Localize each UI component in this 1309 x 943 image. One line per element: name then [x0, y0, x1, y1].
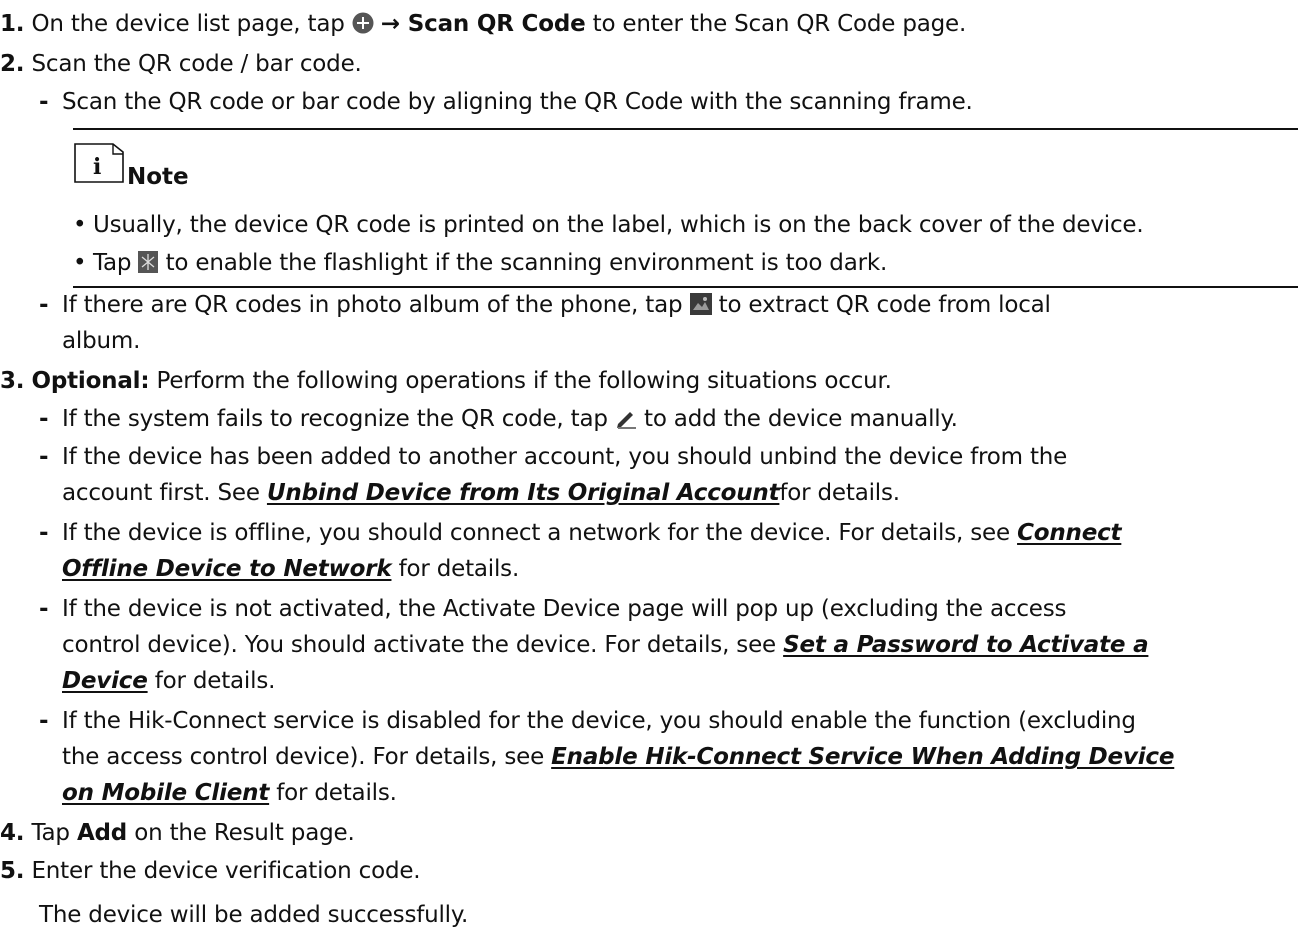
step-2: 2. Scan the QR code / bar code. [0, 49, 362, 79]
flashlight-icon [138, 251, 159, 273]
step-bold: Add [76, 820, 128, 846]
step-2-sub-2-cont: album. [62, 326, 140, 356]
sub-text: control device). You should activate the… [62, 632, 776, 658]
step-text: Scan the QR code / bar code. [31, 51, 362, 77]
sub-text: the access control device). For details,… [62, 744, 545, 770]
dash-bullet: - [39, 596, 49, 622]
sub-text: If the Hik-Connect service is disabled f… [62, 708, 1136, 734]
dash-bullet: - [39, 406, 49, 432]
sub-text: for details. [398, 556, 520, 582]
sub-text: for details. [154, 668, 276, 694]
pencil-icon [616, 412, 636, 429]
dash-bullet: - [39, 708, 49, 734]
step-3-item-2: - If the device has been added to another… [39, 442, 1067, 472]
link-enable-hik-connect-cont[interactable]: on Mobile Client [62, 780, 269, 806]
note-item-2: • Tap to enable the flashlight if the sca… [73, 248, 887, 278]
step-text: on the Result page. [134, 820, 355, 846]
step-4: 4. Tap Add on the Result page. [0, 818, 355, 848]
sub-text: account first. See [62, 480, 260, 506]
note-top-rule [73, 128, 1298, 130]
link-set-password[interactable]: Set a Password to Activate a [783, 632, 1148, 658]
step-3-item-4-cont-2: Device for details. [62, 666, 275, 696]
step-3-item-3: - If the device is offline, you should co… [39, 518, 1122, 548]
step-1: 1. On the device list page, tap → Scan Q… [0, 9, 966, 39]
step-text: to enter the Scan QR Code page. [592, 11, 967, 37]
note-label: Note [127, 164, 189, 190]
bullet-dot: • [73, 250, 87, 276]
step-3-item-4: - If the device is not activated, the Act… [39, 594, 1067, 624]
step-3-item-5-cont: the access control device). For details,… [62, 742, 1174, 772]
sub-text: If there are QR codes in photo album of … [62, 292, 683, 318]
step-number: 4. [0, 820, 25, 846]
sub-text: to extract QR code from local [718, 292, 1051, 318]
bullet-dot: • [73, 212, 87, 238]
step-number: 1. [0, 11, 25, 37]
add-circle-icon [352, 12, 374, 34]
link-enable-hik-connect[interactable]: Enable Hik-Connect Service When Adding D… [551, 744, 1174, 770]
note-bottom-rule [73, 286, 1298, 288]
step-number: 5. [0, 858, 25, 884]
step-5-result: The device will be added successfully. [39, 900, 468, 930]
step-2-sub-2: - If there are QR codes in photo album of… [39, 290, 1051, 320]
link-connect-offline-device-cont[interactable]: Offline Device to Network [62, 556, 392, 582]
dash-bullet: - [39, 520, 49, 546]
dash-bullet: - [39, 444, 49, 470]
step-2-sub-1: - Scan the QR code or bar code by alignin… [39, 87, 973, 117]
step-3-item-2-cont: account first. See Unbind Device from It… [62, 478, 900, 508]
note-text: Usually, the device QR code is printed o… [93, 212, 1144, 238]
sub-text: for details. [779, 480, 900, 506]
result-text: The device will be added successfully. [39, 902, 469, 928]
note-text: to enable the flashlight if the scanning… [165, 250, 888, 276]
note-text: Tap [93, 250, 132, 276]
sub-text: If the device is not activated, the Acti… [62, 596, 1067, 622]
step-number: 2. [0, 51, 25, 77]
sub-text: If the device is offline, you should con… [62, 520, 1010, 546]
step-3-item-5: - If the Hik-Connect service is disabled … [39, 706, 1136, 736]
step-bold: Optional: [31, 368, 150, 394]
sub-text: Scan the QR code or bar code by aligning… [62, 89, 973, 115]
step-text: Perform the following operations if the … [156, 368, 892, 394]
step-5: 5. Enter the device verification code. [0, 856, 421, 886]
link-connect-offline-device[interactable]: Connect [1017, 520, 1121, 546]
sub-text: album. [62, 328, 141, 354]
note-item-1: • Usually, the device QR code is printed … [73, 210, 1144, 240]
sub-text: If the system fails to recognize the QR … [62, 406, 608, 432]
sub-text: for details. [276, 780, 397, 806]
step-3: 3. Optional: Perform the following opera… [0, 366, 892, 396]
sub-text: If the device has been added to another … [62, 444, 1068, 470]
step-text: Enter the device verification code. [31, 858, 421, 884]
dash-bullet: - [39, 292, 49, 318]
step-3-item-3-cont: Offline Device to Network for details. [62, 554, 519, 584]
step-bold: → Scan QR Code [380, 11, 586, 37]
album-icon [689, 293, 712, 315]
step-3-item-1: - If the system fails to recognize the QR… [39, 404, 958, 434]
svg-text:i: i [93, 154, 101, 180]
step-number: 3. [0, 368, 25, 394]
dash-bullet: - [39, 89, 49, 115]
step-text: On the device list page, tap [31, 11, 345, 37]
step-text: Tap [31, 820, 70, 846]
sub-text: to add the device manually. [644, 406, 958, 432]
step-3-item-4-cont: control device). You should activate the… [62, 630, 1149, 660]
step-3-item-5-cont-2: on Mobile Client for details. [62, 778, 397, 808]
note-info-icon: i [74, 143, 124, 183]
link-set-password-cont[interactable]: Device [62, 668, 148, 694]
link-unbind-device[interactable]: Unbind Device from Its Original Account [267, 480, 780, 506]
